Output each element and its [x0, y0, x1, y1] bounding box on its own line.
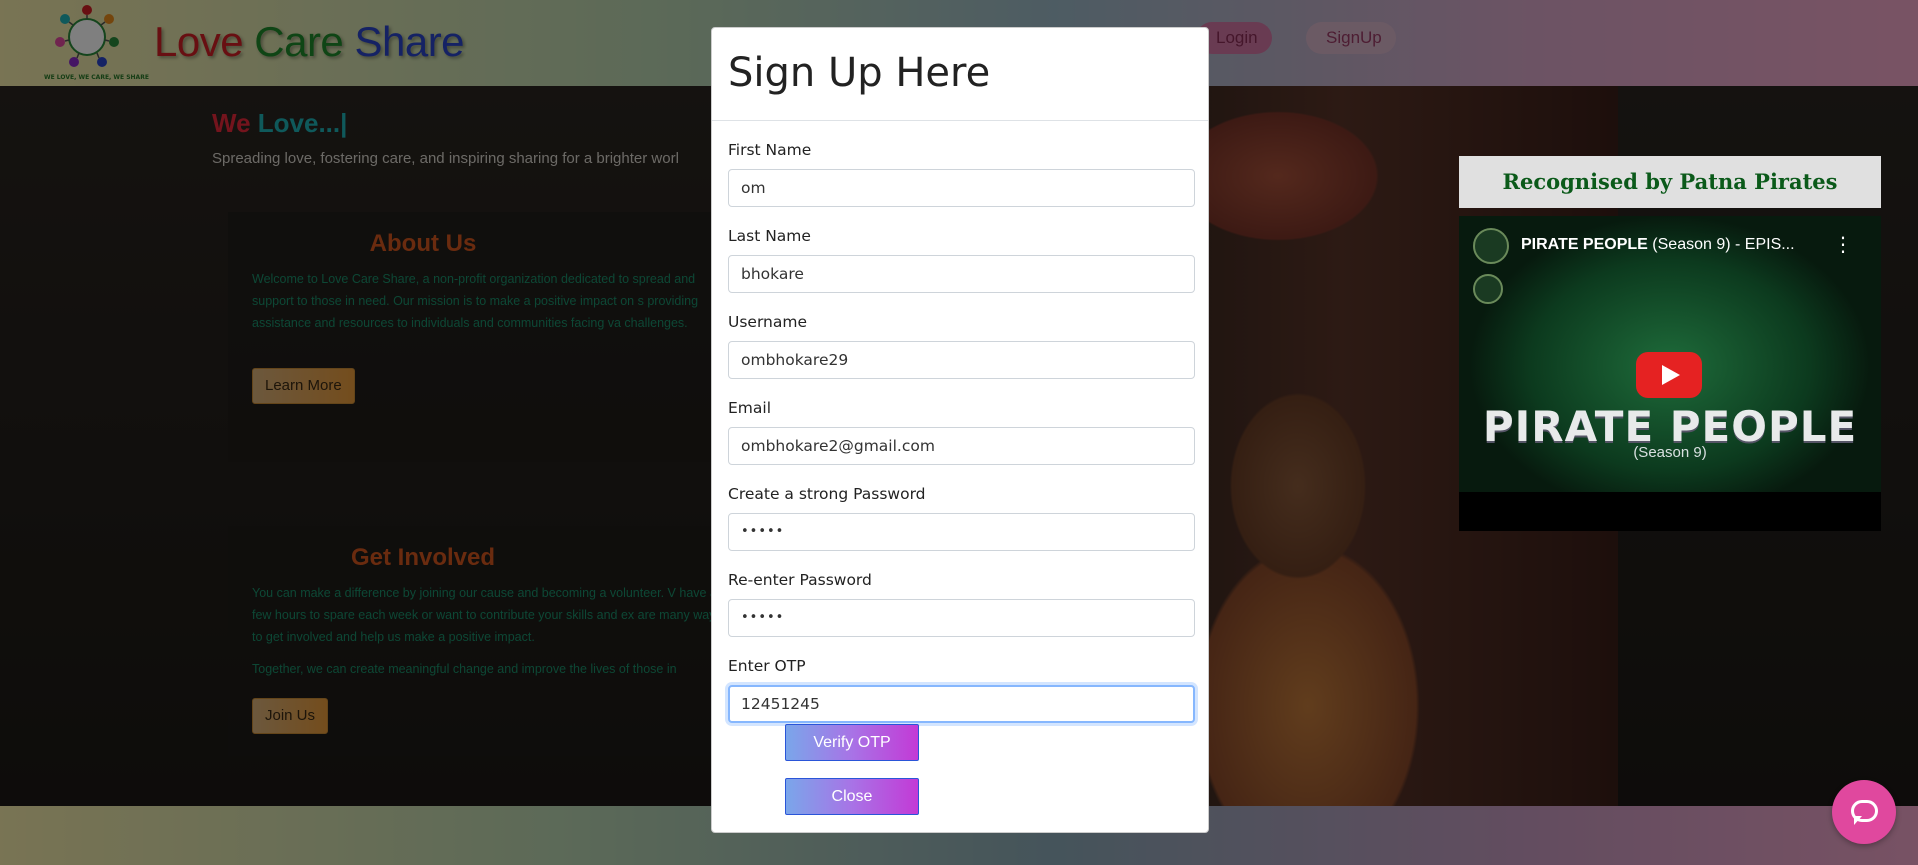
chat-icon-tail [1854, 816, 1862, 825]
first-name-field[interactable]: om [728, 169, 1195, 207]
email-label: Email [728, 399, 772, 417]
video-bottom-bar [1459, 492, 1881, 531]
verify-otp-button[interactable]: Verify OTP [785, 724, 919, 761]
play-icon[interactable] [1636, 352, 1702, 398]
last-name-label: Last Name [728, 227, 811, 245]
first-name-label: First Name [728, 141, 812, 159]
chat-button[interactable] [1832, 780, 1896, 844]
otp-label: Enter OTP [728, 657, 806, 675]
username-label: Username [728, 313, 808, 331]
video-embed[interactable]: PIRATE PEOPLE (Season 9) - EPIS... ⋮ PIR… [1459, 216, 1881, 531]
video-title-rest: (Season 9) - EPIS... [1647, 236, 1795, 253]
confirm-password-label: Re-enter Password [728, 571, 872, 589]
more-vert-icon[interactable]: ⋮ [1833, 232, 1853, 256]
signup-modal: Sign Up Here First Name om Last Name bho… [711, 27, 1209, 833]
video-title[interactable]: PIRATE PEOPLE (Season 9) - EPIS... [1521, 236, 1795, 254]
video-thumbnail-subtitle: (Season 9) [1633, 444, 1707, 461]
channel-avatar-secondary[interactable] [1473, 274, 1503, 304]
password-field[interactable]: ••••• [728, 513, 1195, 551]
video-title-bold: PIRATE PEOPLE [1521, 236, 1648, 253]
close-button[interactable]: Close [785, 778, 919, 815]
recognition-heading: Recognised by Patna Pirates [1459, 156, 1881, 208]
modal-title: Sign Up Here [728, 50, 991, 96]
modal-divider [712, 120, 1208, 121]
password-label: Create a strong Password [728, 485, 926, 503]
last-name-field[interactable]: bhokare [728, 255, 1195, 293]
channel-avatar[interactable] [1473, 228, 1509, 264]
email-field[interactable]: ombhokare2@gmail.com [728, 427, 1195, 465]
username-field[interactable]: ombhokare29 [728, 341, 1195, 379]
confirm-password-field[interactable]: ••••• [728, 599, 1195, 637]
otp-field[interactable]: 12451245 [728, 685, 1195, 723]
